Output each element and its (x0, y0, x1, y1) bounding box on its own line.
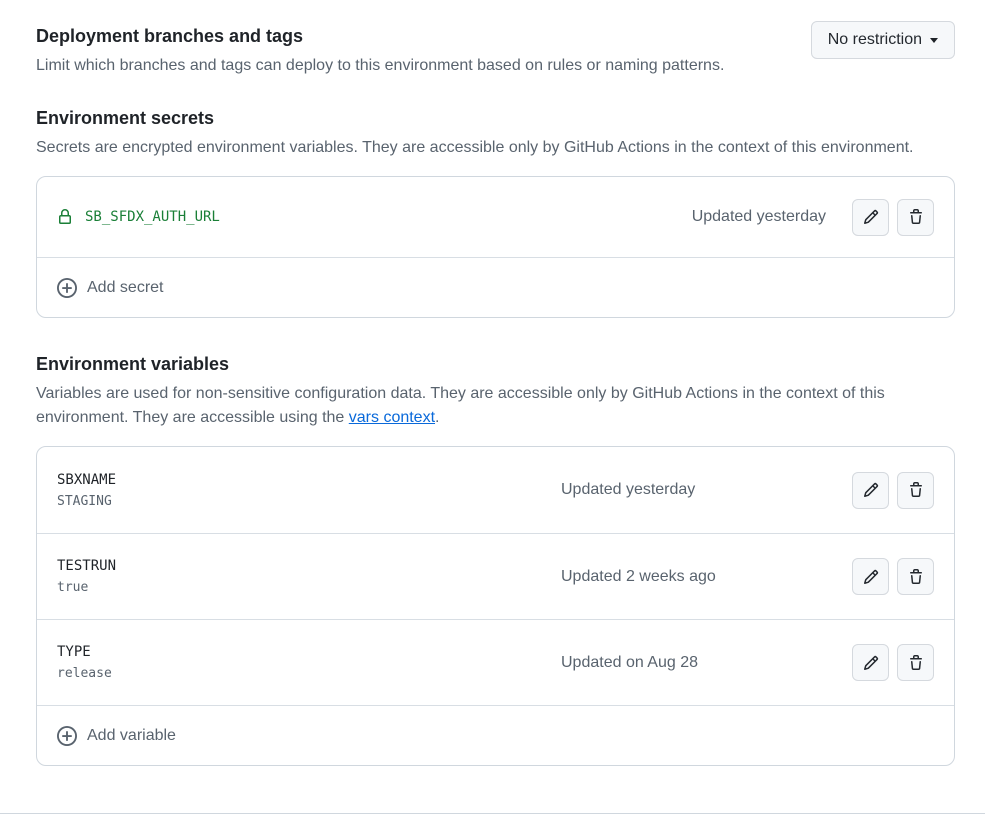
trash-icon (908, 569, 924, 585)
lock-icon (57, 209, 73, 225)
trash-icon (908, 655, 924, 671)
variable-name-col: TESTRUN true (57, 558, 561, 595)
pencil-icon (863, 655, 879, 671)
variable-value: STAGING (57, 494, 561, 509)
description-text: Variables are used for non-sensitive con… (36, 385, 885, 426)
environment-variables-header: Environment variables Variables are used… (36, 352, 955, 430)
vars-context-link[interactable]: vars context (349, 409, 435, 426)
variable-updated-text: Updated on Aug 28 (561, 654, 852, 672)
environment-variables-description: Variables are used for non-sensitive con… (36, 382, 955, 430)
pencil-icon (863, 482, 879, 498)
variable-value: true (57, 580, 561, 595)
trash-icon (908, 209, 924, 225)
pencil-icon (863, 209, 879, 225)
variable-updated-text: Updated yesterday (561, 481, 852, 499)
deployment-policy-dropdown[interactable]: No restriction (811, 21, 955, 59)
variable-value: release (57, 666, 561, 681)
variable-actions (852, 644, 934, 681)
variable-row: SBXNAME STAGING Updated yesterday (37, 447, 954, 533)
deployment-policy-dropdown-label: No restriction (828, 31, 922, 49)
plus-circle-icon (57, 278, 77, 298)
delete-variable-button[interactable] (897, 644, 934, 681)
description-period: . (435, 409, 439, 426)
delete-variable-button[interactable] (897, 558, 934, 595)
edit-variable-button[interactable] (852, 558, 889, 595)
environment-secrets-header: Environment secrets Secrets are encrypte… (36, 106, 955, 160)
edit-secret-button[interactable] (852, 199, 889, 236)
variable-name-col: TYPE release (57, 644, 561, 681)
edit-variable-button[interactable] (852, 472, 889, 509)
secrets-card: SB_SFDX_AUTH_URL Updated yesterday (36, 176, 955, 318)
delete-secret-button[interactable] (897, 199, 934, 236)
add-variable-label: Add variable (87, 727, 176, 745)
secret-actions (852, 199, 934, 236)
variable-actions (852, 558, 934, 595)
secret-name: SB_SFDX_AUTH_URL (85, 209, 220, 225)
variable-name: TESTRUN (57, 558, 561, 574)
variable-row: TYPE release Updated on Aug 28 (37, 619, 954, 705)
trash-icon (908, 482, 924, 498)
deployment-branches-description: Limit which branches and tags can deploy… (36, 54, 724, 78)
environment-settings-page: Deployment branches and tags Limit which… (0, 0, 985, 766)
delete-variable-button[interactable] (897, 472, 934, 509)
environment-secrets-title: Environment secrets (36, 106, 955, 130)
variable-updated-text: Updated 2 weeks ago (561, 568, 852, 586)
deployment-branches-title: Deployment branches and tags (36, 24, 724, 48)
add-secret-button[interactable]: Add secret (37, 257, 954, 317)
variable-name: SBXNAME (57, 472, 561, 488)
edit-variable-button[interactable] (852, 644, 889, 681)
variable-name-col: SBXNAME STAGING (57, 472, 561, 509)
page-bottom-divider (0, 813, 985, 814)
variable-actions (852, 472, 934, 509)
deployment-branches-header: Deployment branches and tags Limit which… (36, 24, 724, 78)
secret-row: SB_SFDX_AUTH_URL Updated yesterday (37, 177, 954, 257)
pencil-icon (863, 569, 879, 585)
deployment-branches-section: Deployment branches and tags Limit which… (36, 24, 955, 78)
environment-variables-title: Environment variables (36, 352, 955, 376)
environment-secrets-description: Secrets are encrypted environment variab… (36, 136, 955, 160)
secret-updated-text: Updated yesterday (692, 208, 826, 226)
add-variable-button[interactable]: Add variable (37, 705, 954, 765)
chevron-down-icon (930, 38, 938, 43)
variables-card: SBXNAME STAGING Updated yesterday (36, 446, 955, 766)
plus-circle-icon (57, 726, 77, 746)
variable-row: TESTRUN true Updated 2 weeks ago (37, 533, 954, 619)
variable-name: TYPE (57, 644, 561, 660)
add-secret-label: Add secret (87, 279, 163, 297)
